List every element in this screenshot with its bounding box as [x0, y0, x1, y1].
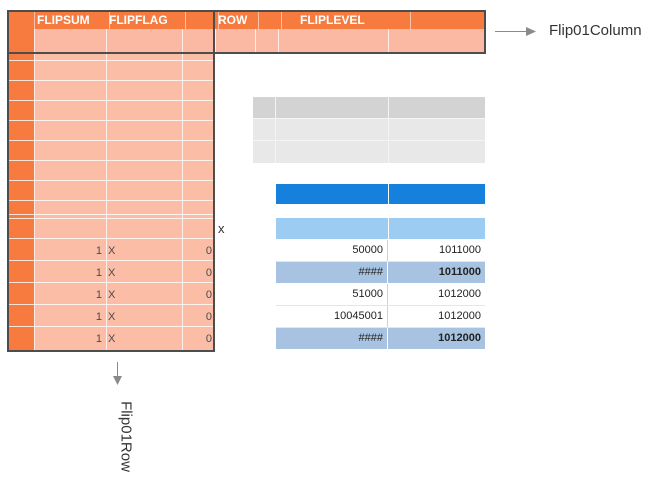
results-value-b: 1011000: [438, 266, 481, 278]
results-value-b: 1012000: [438, 310, 481, 322]
results-header-bar: [276, 184, 485, 204]
flip-row-outline: [7, 10, 215, 352]
results-row: #### 1012000: [276, 328, 485, 349]
x-marker: x: [218, 221, 225, 236]
results-value-a: ####: [276, 328, 388, 349]
results-value-b: 1012000: [438, 288, 481, 300]
results-row: 10045001 1012000: [276, 306, 485, 328]
results-value-a: ####: [276, 262, 388, 283]
grey-header-strip: [253, 97, 485, 118]
results-row: 50000 1011000: [276, 240, 485, 262]
arrow-right-icon: [526, 27, 536, 36]
flip-row-label: Flip01Row: [117, 401, 135, 472]
results-value-b: 1012000: [438, 332, 481, 344]
results-row: #### 1011000: [276, 262, 485, 283]
column-arrow-line: [495, 31, 528, 32]
results-value-a: 51000: [276, 284, 388, 305]
results-value-b: 1011000: [438, 244, 481, 256]
results-value-a: 50000: [276, 240, 388, 261]
arrow-down-icon: [113, 376, 122, 385]
results-value-a: 10045001: [276, 306, 388, 327]
flip-column-label: Flip01Column: [549, 22, 642, 39]
grey-block: [253, 97, 485, 163]
results-row: 51000 1012000: [276, 284, 485, 306]
results-subheader-bar: [276, 218, 485, 239]
